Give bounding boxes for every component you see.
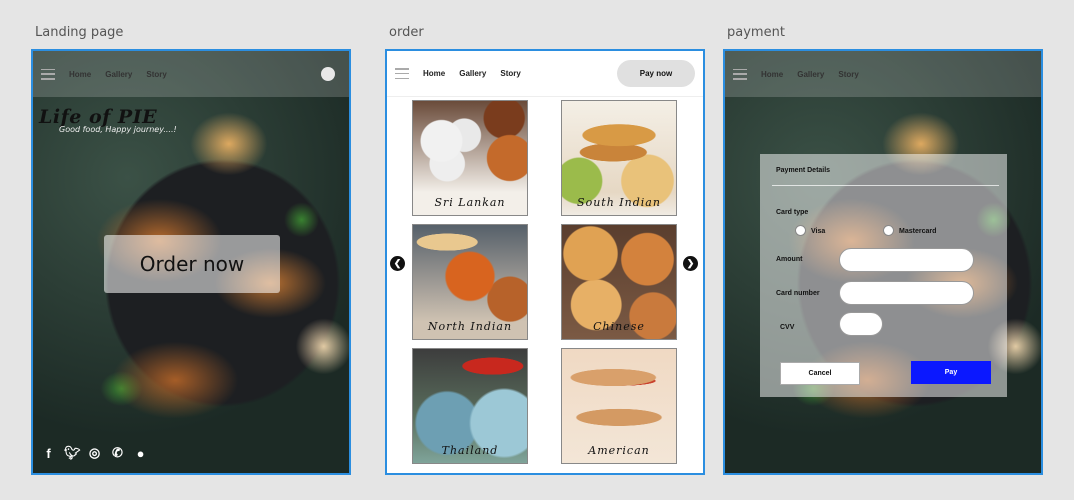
payment-form: Payment Details Card type Visa Mastercar… bbox=[760, 154, 1007, 397]
cuisine-tile-american[interactable]: American bbox=[561, 348, 677, 464]
cuisine-label: North Indian bbox=[427, 320, 513, 333]
frame-label-landing: Landing page bbox=[35, 25, 124, 40]
payment-artboard: Home Gallery Story Payment Details Card … bbox=[723, 49, 1043, 475]
hamburger-menu-icon[interactable] bbox=[395, 68, 409, 79]
hamburger-menu-icon[interactable] bbox=[733, 68, 747, 80]
card-type-label: Card type bbox=[776, 209, 809, 216]
hamburger-menu-icon[interactable] bbox=[41, 68, 55, 80]
order-navbar: Home Gallery Story Pay now bbox=[387, 51, 703, 97]
mastercard-radio[interactable] bbox=[883, 225, 894, 236]
cuisine-label: Chinese bbox=[593, 320, 645, 333]
payment-title: Payment Details bbox=[776, 167, 831, 174]
nav-story[interactable]: Story bbox=[838, 70, 858, 79]
cuisine-tile-sri-lankan[interactable]: Sri Lankan bbox=[412, 100, 528, 216]
amount-label: Amount bbox=[776, 256, 803, 263]
tagline: Good food, Happy journey....! bbox=[59, 125, 177, 134]
pay-button[interactable]: Pay bbox=[911, 361, 991, 384]
cuisine-label: Thailand bbox=[441, 444, 499, 457]
amount-input[interactable] bbox=[839, 248, 974, 272]
card-number-label: Card number bbox=[776, 290, 820, 297]
cuisine-label: Sri Lankan bbox=[434, 196, 506, 209]
profile-avatar[interactable] bbox=[321, 67, 335, 81]
visa-radio[interactable] bbox=[795, 225, 806, 236]
phone-icon[interactable]: ✆ bbox=[110, 445, 125, 461]
facebook-icon[interactable]: f bbox=[41, 446, 56, 461]
landing-artboard: Home Gallery Story Life of PIE Good food… bbox=[31, 49, 351, 475]
divider bbox=[772, 185, 999, 186]
pay-now-button[interactable]: Pay now bbox=[617, 60, 695, 87]
nav-story[interactable]: Story bbox=[500, 69, 520, 78]
cuisine-label: American bbox=[588, 444, 650, 457]
payment-navbar: Home Gallery Story bbox=[725, 51, 1041, 97]
cvv-input[interactable] bbox=[839, 312, 883, 336]
instagram-icon[interactable]: ◎ bbox=[87, 445, 102, 461]
cuisine-tile-north-indian[interactable]: North Indian bbox=[412, 224, 528, 340]
cuisine-tile-thailand[interactable]: Thailand bbox=[412, 348, 528, 464]
arrow-left-icon[interactable]: ❮ bbox=[390, 256, 405, 271]
nav-home[interactable]: Home bbox=[69, 70, 91, 79]
landing-navbar: Home Gallery Story bbox=[33, 51, 349, 97]
nav-gallery[interactable]: Gallery bbox=[459, 69, 486, 78]
nav-home[interactable]: Home bbox=[423, 69, 445, 78]
nav-home[interactable]: Home bbox=[761, 70, 783, 79]
frame-label-payment: payment bbox=[727, 25, 785, 40]
cancel-button[interactable]: Cancel bbox=[780, 362, 860, 385]
twitter-icon[interactable]: 🐦︎ bbox=[64, 445, 81, 461]
order-now-button[interactable]: Order now bbox=[104, 235, 280, 293]
nav-story[interactable]: Story bbox=[146, 70, 166, 79]
cuisine-label: South Indian bbox=[577, 196, 661, 209]
cuisine-tile-south-indian[interactable]: South Indian bbox=[561, 100, 677, 216]
cuisine-grid: Sri Lankan South Indian North Indian Chi… bbox=[412, 100, 678, 464]
nav-gallery[interactable]: Gallery bbox=[105, 70, 132, 79]
mastercard-label: Mastercard bbox=[899, 228, 937, 235]
order-artboard: Home Gallery Story Pay now ❮ ❯ Sri Lanka… bbox=[385, 49, 705, 475]
cuisine-tile-chinese[interactable]: Chinese bbox=[561, 224, 677, 340]
social-links: f 🐦︎ ◎ ✆ ● bbox=[41, 445, 148, 461]
frame-label-order: order bbox=[389, 25, 424, 40]
nav-gallery[interactable]: Gallery bbox=[797, 70, 824, 79]
cvv-label: CVV bbox=[780, 324, 795, 331]
chat-icon[interactable]: ● bbox=[133, 446, 148, 461]
arrow-right-icon[interactable]: ❯ bbox=[683, 256, 698, 271]
visa-label: Visa bbox=[811, 228, 826, 235]
card-number-input[interactable] bbox=[839, 281, 974, 305]
